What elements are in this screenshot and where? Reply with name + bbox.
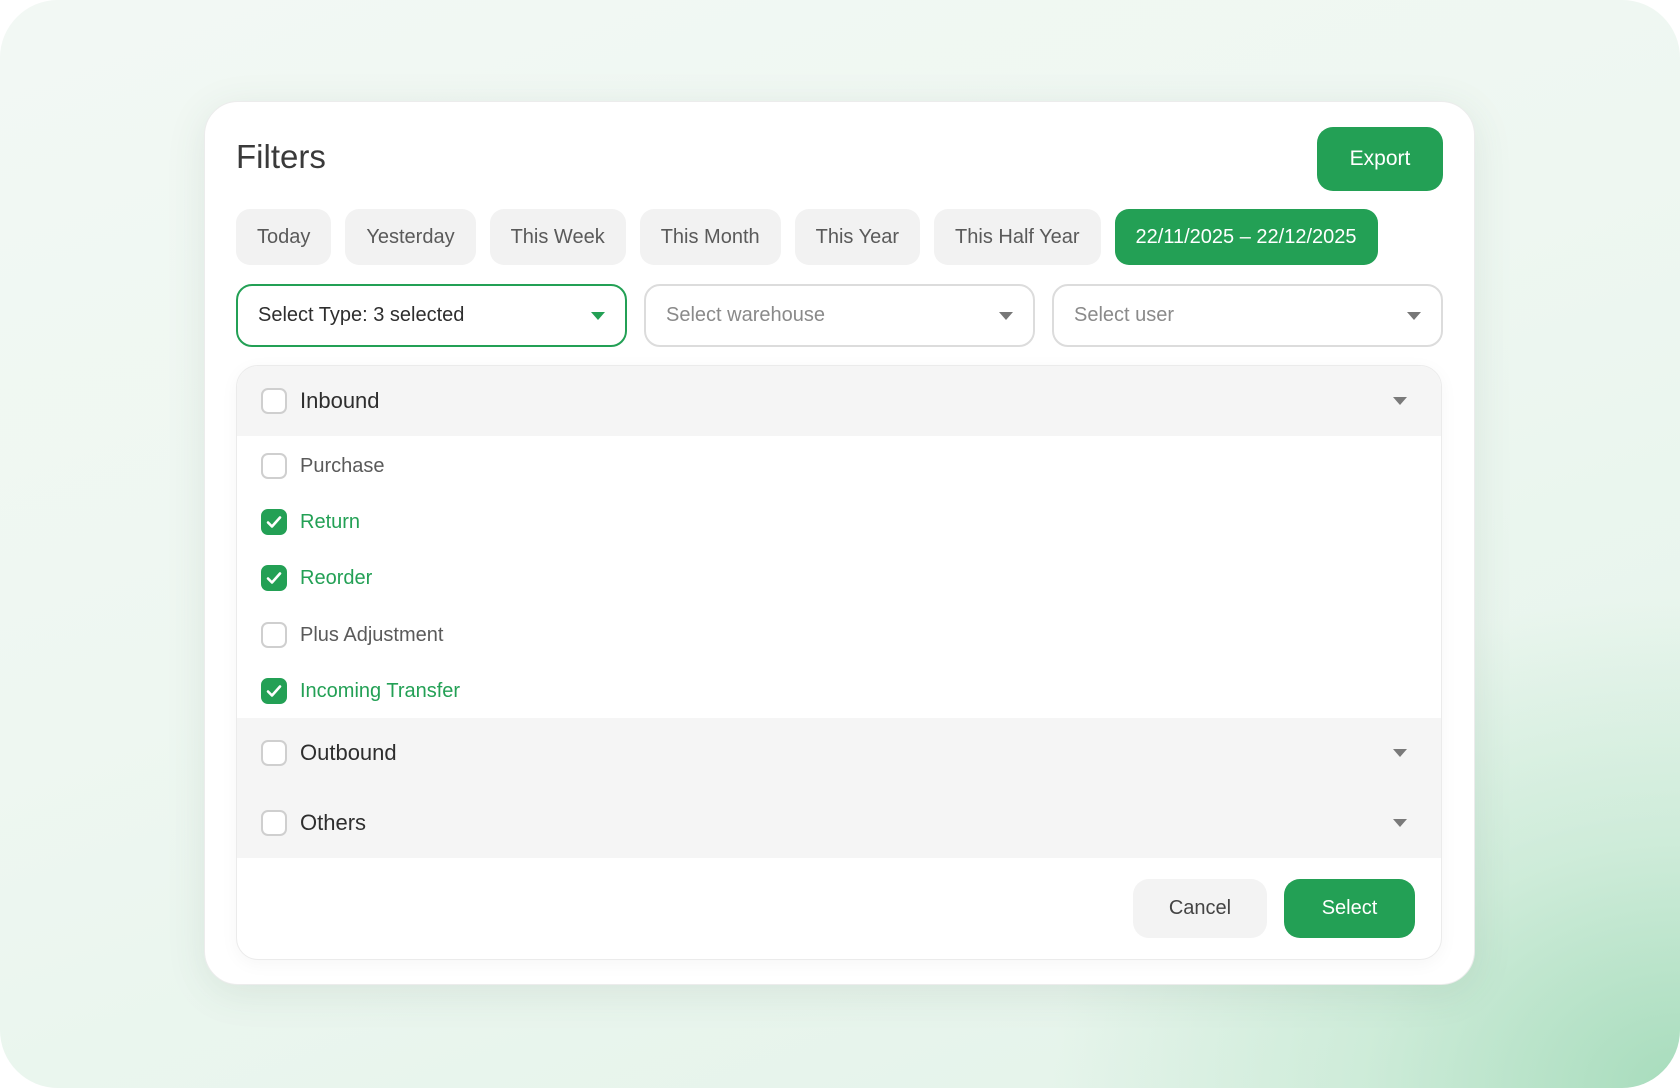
group-inbound-checkbox[interactable]	[261, 388, 287, 414]
caret-down-icon	[999, 311, 1013, 320]
option-return[interactable]: Return	[261, 502, 360, 542]
select-button[interactable]: Select	[1284, 879, 1415, 938]
group-label: Outbound	[300, 740, 397, 765]
option-reorder[interactable]: Reorder	[261, 558, 372, 598]
checkmark-icon	[266, 572, 282, 584]
date-range-chips: Today Yesterday This Week This Month Thi…	[236, 209, 1378, 265]
option-checkbox[interactable]	[261, 453, 287, 479]
option-checkbox[interactable]	[261, 565, 287, 591]
warehouse-select[interactable]: Select warehouse	[644, 284, 1035, 347]
chip-custom-date-range[interactable]: 22/11/2025 – 22/12/2025	[1114, 209, 1378, 265]
background: Filters Export Today Yesterday This Week…	[0, 0, 1680, 1088]
type-select-label: Select Type: 3 selected	[258, 304, 465, 326]
chip-yesterday[interactable]: Yesterday	[345, 209, 476, 265]
option-label: Incoming Transfer	[300, 679, 461, 702]
option-plus-adjustment[interactable]: Plus Adjustment	[261, 615, 443, 655]
option-label: Purchase	[300, 454, 385, 477]
chip-this-year[interactable]: This Year	[794, 209, 921, 265]
warehouse-select-placeholder: Select warehouse	[666, 304, 825, 326]
caret-down-icon	[1407, 311, 1421, 320]
type-select[interactable]: Select Type: 3 selected	[236, 284, 627, 347]
chip-today[interactable]: Today	[236, 209, 332, 265]
cancel-button[interactable]: Cancel	[1133, 879, 1267, 938]
caret-down-icon	[1393, 397, 1407, 405]
checkmark-icon	[266, 516, 282, 528]
export-button[interactable]: Export	[1317, 127, 1443, 191]
caret-down-icon	[1393, 819, 1407, 827]
option-label: Reorder	[300, 566, 373, 589]
group-others[interactable]: Others	[237, 788, 1441, 858]
option-checkbox[interactable]	[261, 678, 287, 704]
group-others-checkbox[interactable]	[261, 810, 287, 836]
chip-this-month[interactable]: This Month	[639, 209, 781, 265]
group-label: Others	[300, 810, 367, 835]
option-incoming-transfer[interactable]: Incoming Transfer	[261, 671, 460, 711]
group-outbound-checkbox[interactable]	[261, 740, 287, 766]
type-dropdown-panel: Inbound Purchase Return Reorder Plus Adj…	[236, 365, 1442, 960]
group-label: Inbound	[300, 388, 380, 413]
option-label: Plus Adjustment	[300, 623, 444, 646]
option-checkbox[interactable]	[261, 509, 287, 535]
user-select[interactable]: Select user	[1052, 284, 1443, 347]
checkmark-icon	[266, 685, 282, 697]
option-label: Return	[300, 510, 361, 533]
filters-dialog: Filters Export Today Yesterday This Week…	[204, 101, 1475, 985]
caret-down-icon	[591, 311, 605, 320]
option-checkbox[interactable]	[261, 622, 287, 648]
chip-this-week[interactable]: This Week	[489, 209, 626, 265]
option-purchase[interactable]: Purchase	[261, 446, 385, 486]
page-title: Filters	[236, 138, 326, 175]
user-select-placeholder: Select user	[1074, 304, 1175, 326]
group-outbound[interactable]: Outbound	[237, 718, 1441, 788]
caret-down-icon	[1393, 749, 1407, 757]
chip-this-half-year[interactable]: This Half Year	[934, 209, 1101, 265]
group-inbound[interactable]: Inbound	[237, 366, 1441, 436]
